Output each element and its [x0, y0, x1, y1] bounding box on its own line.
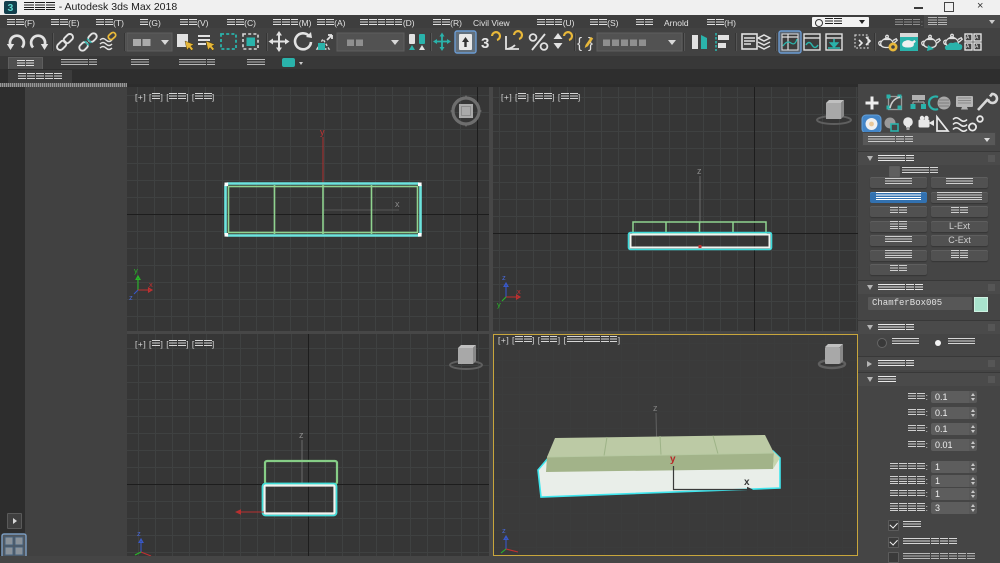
- svg-text:z: z: [299, 430, 304, 440]
- svg-text:x: x: [744, 477, 750, 488]
- svg-text:A: A: [966, 44, 970, 50]
- svg-text:A: A: [975, 44, 979, 50]
- svg-text:x: x: [517, 287, 521, 296]
- svg-text:z: z: [137, 529, 141, 538]
- svg-text:x: x: [395, 199, 400, 209]
- svg-text:z: z: [653, 403, 658, 413]
- svg-text:z: z: [502, 273, 506, 282]
- svg-text:z: z: [129, 293, 133, 302]
- svg-text:A: A: [975, 35, 979, 41]
- svg-text:z: z: [502, 526, 506, 535]
- svg-text:x: x: [149, 280, 153, 289]
- svg-text:y: y: [134, 266, 138, 275]
- svg-text:y: y: [497, 300, 501, 309]
- svg-text:A: A: [966, 35, 970, 41]
- svg-text:z: z: [697, 166, 702, 176]
- svg-text:3: 3: [481, 35, 489, 52]
- svg-text:{: {: [577, 35, 582, 52]
- svg-text:y: y: [670, 454, 676, 465]
- svg-text:y: y: [320, 127, 325, 137]
